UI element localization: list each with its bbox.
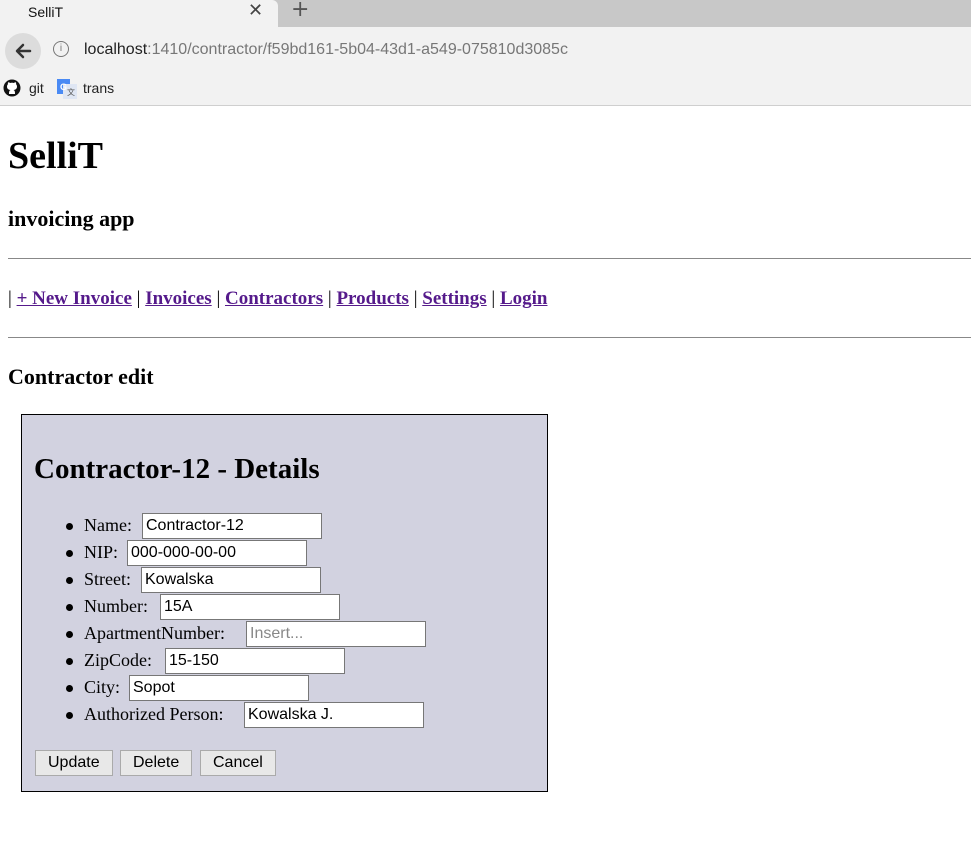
list-bullet	[66, 631, 73, 638]
nav-login-link[interactable]: Login	[500, 288, 548, 309]
svg-text:文: 文	[67, 87, 75, 97]
street-input[interactable]	[141, 567, 321, 593]
list-bullet	[66, 685, 73, 692]
field-label: NIP:	[84, 542, 119, 562]
field-label: Number:	[84, 596, 148, 616]
close-tab-icon[interactable]: ✕	[248, 1, 263, 21]
app-subtitle: invoicing app	[8, 206, 135, 231]
info-icon[interactable]: i	[53, 41, 69, 57]
nav-separator: |	[491, 288, 496, 309]
bookmarks-bar: git G 文 trans	[0, 71, 971, 106]
bookmark-git[interactable]: git	[29, 80, 44, 96]
divider-bottom	[8, 337, 971, 338]
field-label: Street:	[84, 569, 131, 589]
list-bullet	[66, 658, 73, 665]
update-button[interactable]: Update	[35, 750, 113, 776]
main-nav: | + New Invoice | Invoices | Contractors…	[8, 288, 548, 310]
nav-separator: |	[136, 288, 141, 309]
nav-separator: |	[216, 288, 221, 309]
list-bullet	[66, 712, 73, 719]
nav-contractors-link[interactable]: Contractors	[225, 288, 323, 309]
list-bullet	[66, 550, 73, 557]
list-bullet	[66, 604, 73, 611]
city-input[interactable]	[129, 675, 309, 701]
field-label: City:	[84, 677, 121, 697]
authorized-person-input[interactable]	[244, 702, 424, 728]
list-bullet	[66, 523, 73, 530]
contractor-details-panel: Contractor-12 - Details Name: NIP: Stree…	[21, 414, 548, 792]
nav-separator: |	[8, 288, 12, 309]
svg-text:G: G	[60, 82, 67, 92]
field-label: Authorized Person:	[84, 704, 224, 724]
divider-top	[8, 258, 971, 259]
section-title: Contractor edit	[8, 364, 154, 389]
browser-toolbar: i localhost:1410/contractor/f59bd161-5b0…	[0, 27, 971, 71]
apartment-number-input[interactable]	[246, 621, 426, 647]
app-title: SelliT	[8, 135, 104, 177]
nav-separator: |	[413, 288, 418, 309]
address-bar[interactable]: localhost:1410/contractor/f59bd161-5b04-…	[84, 41, 568, 59]
name-input[interactable]	[142, 513, 322, 539]
field-label: ZipCode:	[84, 650, 152, 670]
zipcode-input[interactable]	[165, 648, 345, 674]
panel-title: Contractor-12 - Details	[34, 453, 320, 485]
browser-tab[interactable]: SelliT ✕	[0, 0, 278, 27]
cancel-button[interactable]: Cancel	[200, 750, 276, 776]
nav-settings-link[interactable]: Settings	[422, 288, 486, 309]
nav-invoices-link[interactable]: Invoices	[145, 288, 212, 309]
new-tab-icon[interactable]: +	[291, 0, 309, 22]
tab-title: SelliT	[28, 4, 64, 20]
url-path: :1410/contractor/f59bd161-5b04-43d1-a549…	[147, 41, 568, 58]
github-icon[interactable]	[3, 79, 21, 97]
field-label: ApartmentNumber:	[84, 623, 225, 643]
nav-separator: |	[327, 288, 332, 309]
nip-input[interactable]	[127, 540, 307, 566]
delete-button[interactable]: Delete	[120, 750, 193, 776]
number-input[interactable]	[160, 594, 340, 620]
back-arrow-icon	[15, 43, 32, 59]
nav-products-link[interactable]: Products	[336, 288, 408, 309]
tab-strip: SelliT ✕ +	[0, 0, 971, 27]
field-label: Name:	[84, 515, 132, 535]
google-translate-icon[interactable]: G 文	[57, 79, 77, 99]
back-button[interactable]	[5, 33, 41, 69]
bookmark-trans[interactable]: trans	[83, 80, 114, 96]
list-bullet	[66, 577, 73, 584]
url-host: localhost	[84, 41, 148, 58]
nav-new-invoice-link[interactable]: + New Invoice	[17, 288, 132, 309]
